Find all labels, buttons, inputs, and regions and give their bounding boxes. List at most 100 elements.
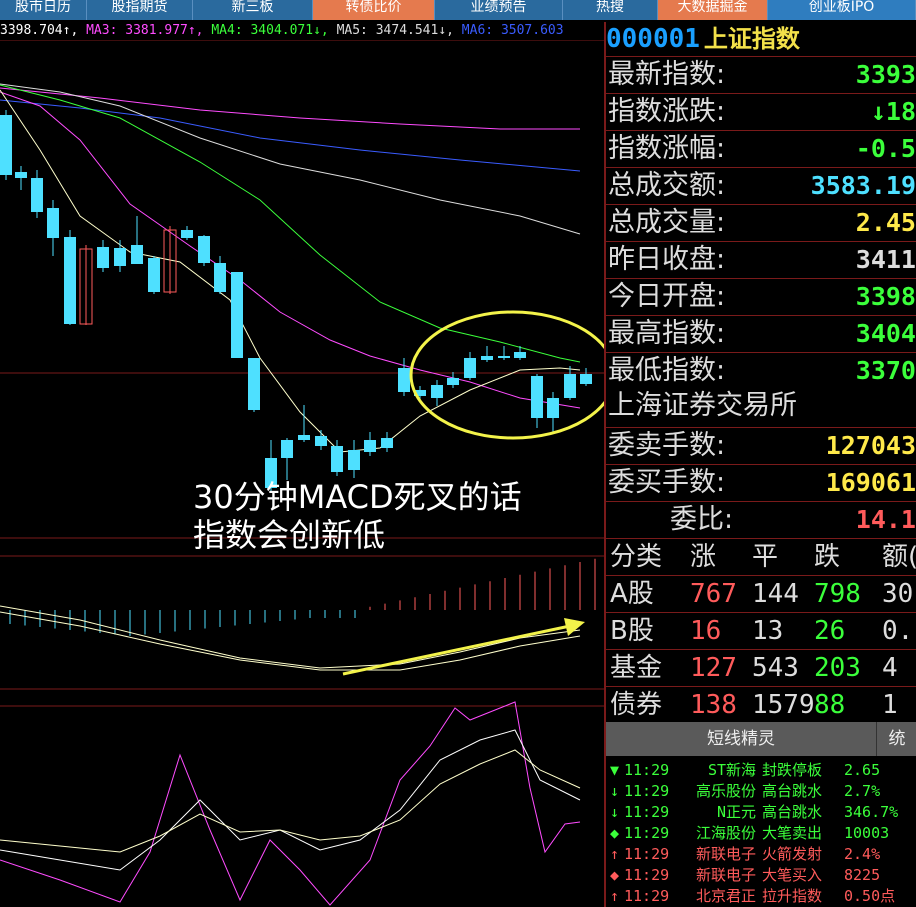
news-value: 0.50点 [844, 887, 896, 905]
news-value: 2.7% [844, 782, 881, 800]
tab-stats[interactable]: 统 [876, 722, 916, 756]
quote-label: 最新指数: [608, 59, 726, 90]
news-event: 封跌停板 [762, 761, 823, 779]
breadth-cell: A股 [610, 579, 654, 609]
news-name: 北京君正 [695, 887, 756, 905]
candle-body [364, 440, 376, 452]
tab-3[interactable]: 转债比价 [313, 0, 435, 20]
news-mark: ↑ [610, 887, 620, 905]
order-value: 169061 [825, 468, 916, 497]
candle-body [148, 258, 160, 292]
breadth-header-cell: 跌 [814, 542, 841, 572]
trend-arrow [342, 618, 585, 676]
quote-value: 3404 [855, 319, 916, 348]
moving-average-line [0, 83, 581, 235]
breadth-cell: 1579 [752, 690, 815, 720]
news-mark: ◆ [610, 866, 620, 884]
news-mark: ↑ [610, 845, 620, 863]
tab-2[interactable]: 新三板 [193, 0, 313, 20]
order-value: 14.1 [855, 505, 916, 534]
short-line-sprite-bar: 短线精灵 统 [606, 722, 916, 756]
candle-body [47, 208, 59, 238]
quote-label: 指数涨幅: [608, 133, 726, 164]
candle-body [431, 385, 443, 398]
breadth-header: 分类涨 平 跌 额( [606, 538, 916, 576]
exchange-name: 上海证券交易所 [608, 390, 797, 421]
candle-body [315, 436, 327, 446]
breadth-cell: 543 [752, 653, 799, 683]
news-event: 大笔买入 [762, 866, 823, 884]
tab-4[interactable]: 业绩预告 [435, 0, 563, 20]
candle-body [181, 230, 193, 238]
news-value: 8225 [844, 866, 881, 884]
news-time: 11:29 [624, 761, 670, 779]
quote-value: 2.45 [855, 208, 916, 237]
news-name: 新联电子 [695, 866, 756, 884]
breadth-row: A股 767 144 798 30 [606, 575, 916, 613]
tab-1[interactable]: 股指期货 [87, 0, 193, 20]
kdj-j-line [0, 701, 581, 906]
quote-row: 指数涨幅: -0.5 [606, 130, 916, 168]
index-code[interactable]: 000001 [606, 24, 700, 54]
news-event: 拉升指数 [762, 887, 823, 905]
news-mark: ↓ [610, 803, 620, 821]
kline-chart[interactable] [0, 40, 604, 907]
tab-5[interactable]: 热搜 [563, 0, 658, 20]
sprite-news-item[interactable]: ↓ 11:29 高乐股份 高台跳水 2.7% [608, 781, 916, 802]
breadth-header-cell: 分类 [610, 542, 663, 572]
quote-label: 昨日收盘: [608, 244, 726, 275]
ma-value-2: MA4: 3404.071↓, [203, 23, 329, 38]
candle-body [97, 247, 109, 268]
quote-label: 指数涨跌: [608, 96, 726, 127]
quote-label: 总成交额: [608, 170, 726, 201]
quote-value: 3370 [855, 356, 916, 385]
breadth-row: 基金 127 543 203 4 [606, 649, 916, 687]
news-event: 高台跳水 [762, 803, 823, 821]
tab-6[interactable]: 大数据掘金 [658, 0, 768, 20]
candle-body [464, 358, 476, 378]
news-value: 10003 [844, 824, 890, 842]
news-time: 11:29 [624, 887, 670, 905]
candle-body [198, 236, 210, 263]
news-name: ST新海 [707, 761, 756, 779]
quote-row: 总成交额: 3583.19 [606, 167, 916, 205]
candle-body [580, 374, 592, 384]
annotation-line1: 30分钟MACD死叉的话 [193, 478, 522, 516]
news-name: N正元 [716, 803, 756, 821]
sprite-news-item[interactable]: ◆ 11:29 新联电子 大笔买入 8225 [608, 865, 916, 886]
news-time: 11:29 [624, 803, 670, 821]
quote-row: 最新指数: 3393 [606, 56, 916, 94]
sprite-news-item[interactable]: ◆ 11:29 江海股份 大笔卖出 10003 [608, 823, 916, 844]
news-event: 火箭发射 [762, 845, 823, 863]
order-label: 委买手数: [608, 467, 726, 498]
candle-body [248, 358, 260, 410]
quote-row: 指数涨跌: ↓18 [606, 93, 916, 131]
news-name: 新联电子 [695, 845, 756, 863]
sprite-news-item[interactable]: ↑ 11:29 新联电子 火箭发射 2.4% [608, 844, 916, 865]
news-time: 11:29 [624, 866, 670, 884]
ma-readout: 3398.704↑, MA3: 3381.977↑, MA4: 3404.071… [0, 22, 606, 40]
index-name[interactable]: 上证指数 [704, 25, 800, 53]
ma-value-1: MA3: 3381.977↑, [78, 23, 204, 38]
candle-body [398, 368, 410, 392]
tab-short-line-sprite[interactable]: 短线精灵 [606, 722, 876, 756]
annotation-text: 30分钟MACD死叉的话 指数会创新低 [193, 478, 522, 554]
sprite-news-item[interactable]: ▼ 11:29 ST新海 封跌停板 2.65 [608, 760, 916, 781]
quote-value: 3398 [855, 282, 916, 311]
tab-0[interactable]: 股市日历 [0, 0, 87, 20]
candle-body [131, 245, 143, 264]
candle-body [564, 374, 576, 398]
breadth-cell: 0.1 [882, 616, 916, 646]
candle-body [381, 438, 393, 448]
quote-label: 最高指数: [608, 318, 726, 349]
breadth-cell: 767 [690, 579, 737, 609]
news-time: 11:29 [624, 824, 670, 842]
sprite-news-item[interactable]: ↓ 11:29 N正元 高台跳水 346.7% [608, 802, 916, 823]
order-row: 委买手数: 169061 [606, 464, 916, 502]
candle-body [298, 435, 310, 440]
sprite-news-item[interactable]: ↑ 11:29 北京君正 拉升指数 0.50点 [608, 886, 916, 907]
breadth-header-cell: 额( [882, 542, 916, 572]
breadth-cell: 1 [882, 690, 898, 720]
tab-7[interactable]: 创业板IPO [768, 0, 916, 20]
candle-body [231, 272, 243, 358]
